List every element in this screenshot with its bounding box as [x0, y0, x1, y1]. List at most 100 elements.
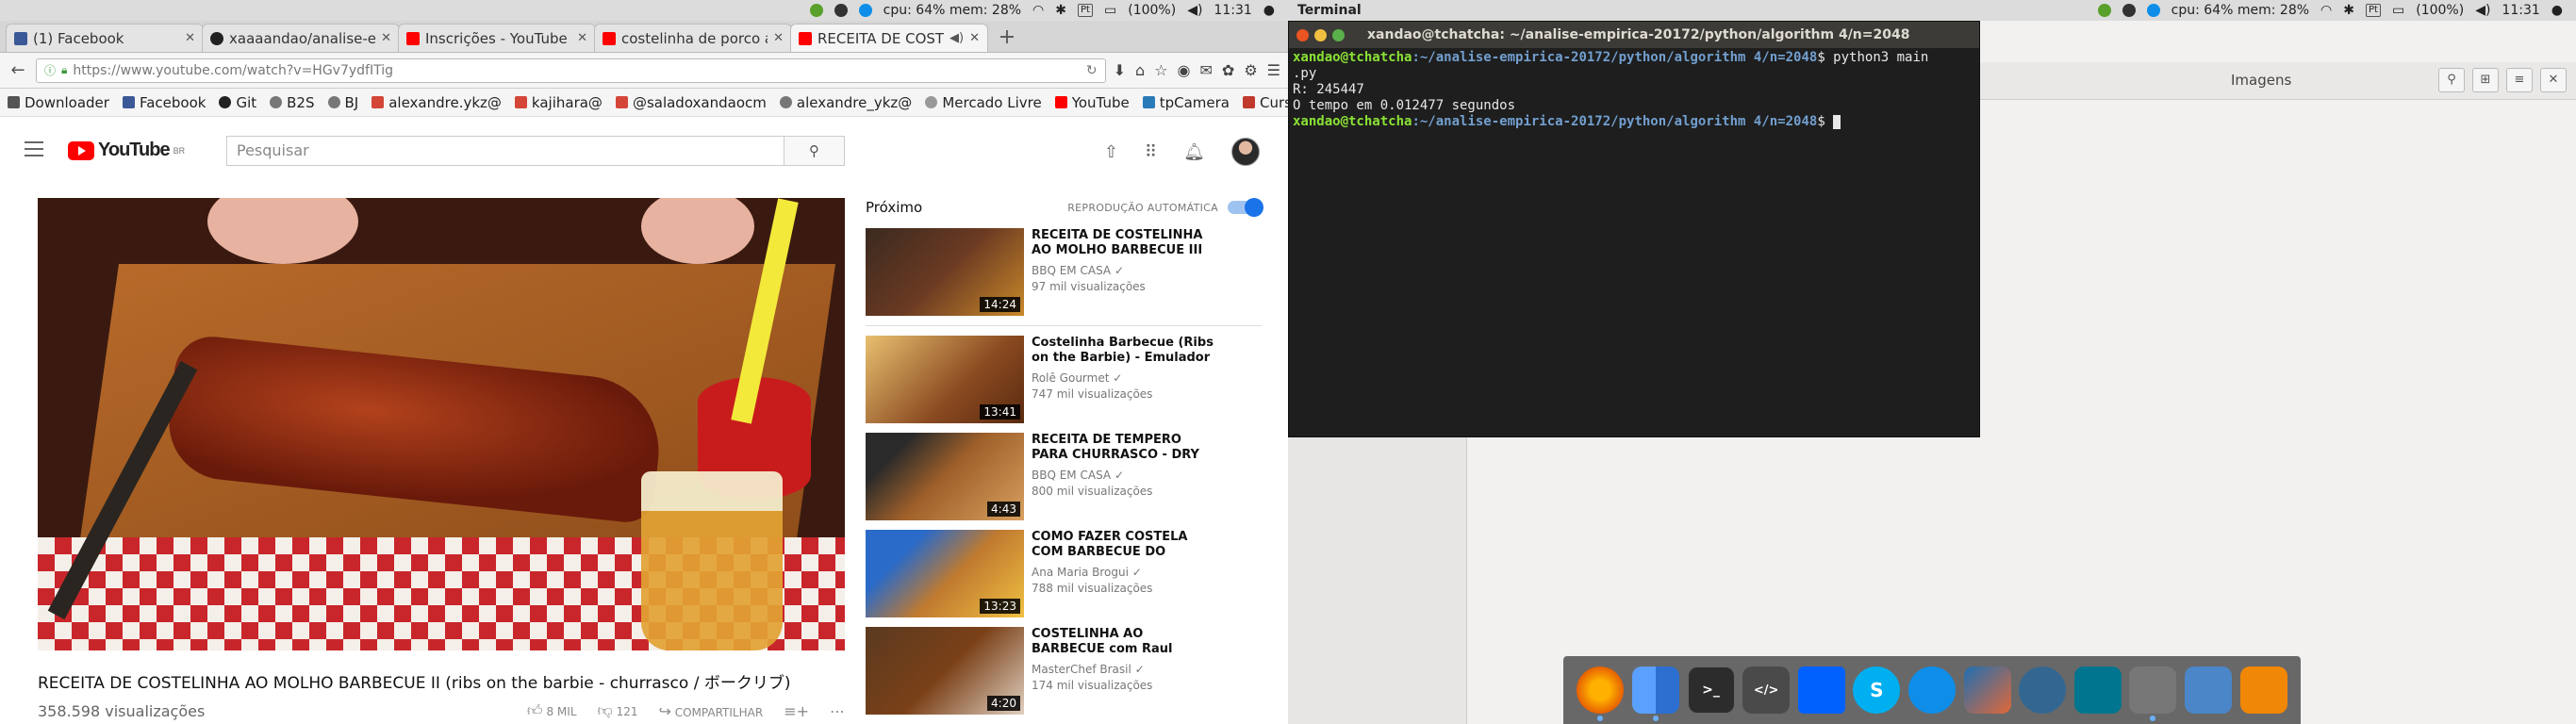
search-button[interactable]: ⚲	[784, 137, 844, 165]
ubuntu-one-icon[interactable]	[809, 4, 823, 17]
postgres-icon[interactable]	[2019, 666, 2067, 714]
code-editor-icon[interactable]: </>	[1742, 666, 1791, 714]
view-grid-icon[interactable]: ⊞	[2472, 68, 2499, 92]
terminal-icon[interactable]: >_	[1687, 666, 1735, 714]
bookmark-bj[interactable]: BJ	[327, 94, 358, 111]
bookmark-gmail-1[interactable]: alexandre.ykz@	[372, 94, 502, 111]
keyboard-layout-icon[interactable]: Pt	[2366, 4, 2381, 17]
wifi-icon[interactable]: ◠	[1032, 3, 1044, 18]
system-menu-icon[interactable]: ●	[2551, 3, 2563, 18]
matlab-icon[interactable]	[1963, 666, 2011, 714]
volume-icon[interactable]: ◀)	[1187, 3, 1202, 18]
files-icon[interactable]	[1631, 666, 1679, 721]
share-button[interactable]: ↪ COMPARTILHAR	[659, 702, 764, 720]
draw-icon[interactable]	[2239, 666, 2287, 714]
teamviewer-status-icon[interactable]	[858, 4, 872, 17]
cpu-mem-indicator[interactable]: cpu: 64% mem: 28%	[2171, 3, 2309, 18]
tab-youtube-search[interactable]: costelinha de porco a ✕	[594, 24, 792, 52]
volume-icon[interactable]: ◀)	[2475, 3, 2490, 18]
firefox-icon[interactable]	[1577, 666, 1625, 721]
bookmark-gmail-2[interactable]: kajihara@	[514, 94, 603, 111]
skype-icon[interactable]: S	[1853, 666, 1901, 714]
menu-icon[interactable]: ☰	[1267, 61, 1280, 79]
tab-youtube-subscriptions[interactable]: Inscrições - YouTube ✕	[398, 24, 596, 52]
channel-name[interactable]: BBQ EM CASA ✓	[1032, 264, 1220, 277]
bookmark-b2s[interactable]: B2S	[270, 94, 315, 111]
like-button[interactable]: 👍︎ 8 MIL	[527, 701, 577, 720]
dropbox-status-icon[interactable]	[2122, 4, 2136, 17]
bookmark-mercado-livre[interactable]: Mercado Livre	[925, 94, 1042, 111]
tab-github[interactable]: xaaaandao/analise-em ✕	[202, 24, 400, 52]
drive-icon[interactable]	[2129, 666, 2177, 721]
video-player[interactable]	[38, 198, 845, 650]
extension-icon[interactable]: ⚙	[1244, 61, 1257, 79]
channel-name[interactable]: BBQ EM CASA ✓	[1032, 469, 1220, 482]
minimize-icon[interactable]	[1314, 28, 1327, 41]
youtube-logo[interactable]: YouTube BR	[68, 140, 185, 161]
recommendation-title[interactable]: COSTELINHA AO BARBECUE com Raul Lemos | …	[1032, 627, 1220, 657]
channel-name[interactable]: Rolê Gourmet ✓	[1032, 371, 1220, 385]
system-menu-icon[interactable]: ●	[1263, 3, 1275, 18]
thumbnail[interactable]: 4:43	[866, 433, 1024, 520]
close-icon[interactable]: ✕	[773, 31, 784, 45]
bluetooth-icon[interactable]: ✱	[2343, 3, 2354, 18]
maximize-icon[interactable]	[1332, 28, 1345, 41]
tab-facebook[interactable]: (1) Facebook ✕	[6, 24, 204, 52]
bookmarks-icon[interactable]: ☆	[1154, 61, 1167, 79]
thumbnail[interactable]: 4:20	[866, 627, 1024, 715]
terminal-output[interactable]: xandao@tchatcha:~/analise-empirica-20172…	[1289, 48, 1979, 132]
download-icon[interactable]: ⬇	[1114, 61, 1126, 79]
bookmark-facebook[interactable]: Facebook	[122, 94, 206, 111]
battery-percent[interactable]: (100%)	[2416, 3, 2464, 18]
dislike-button[interactable]: 👎︎ 121	[598, 701, 638, 720]
info-icon[interactable]: ⓘ	[44, 62, 56, 78]
reload-icon[interactable]: ↻	[1086, 63, 1098, 78]
bookmark-youtube[interactable]: YouTube	[1054, 94, 1130, 111]
clock[interactable]: 11:31	[2502, 3, 2539, 18]
virtualbox-icon[interactable]	[2185, 666, 2232, 714]
address-bar[interactable]: ⓘ 🔒︎ https://www.youtube.com/watch?v=HGv…	[36, 58, 1106, 83]
clock[interactable]: 11:31	[1214, 3, 1251, 18]
battery-icon[interactable]: ▭	[1104, 3, 1116, 18]
thumbnail[interactable]: 14:24	[866, 228, 1024, 316]
autoplay-toggle[interactable]	[1228, 198, 1263, 217]
teamviewer-icon[interactable]	[1907, 666, 1956, 714]
battery-icon[interactable]: ▭	[2392, 3, 2404, 18]
recommendation-item[interactable]: 4:20 COSTELINHA AO BARBECUE com Raul Lem…	[866, 627, 1262, 715]
mysql-workbench-icon[interactable]	[2073, 666, 2122, 714]
thumbnail[interactable]: 13:41	[866, 336, 1024, 423]
recommendation-title[interactable]: Costelinha Barbecue (Ribs on the Barbie)…	[1032, 336, 1220, 366]
battery-percent[interactable]: (100%)	[1128, 3, 1176, 18]
keyboard-layout-icon[interactable]: Pt	[1078, 4, 1093, 17]
teamviewer-status-icon[interactable]	[2146, 4, 2160, 17]
menu-icon[interactable]	[25, 141, 43, 161]
bookmark-git[interactable]: Git	[219, 94, 256, 111]
search-input[interactable]: Pesquisar	[227, 137, 784, 165]
channel-name[interactable]: Ana Maria Brogui ✓	[1032, 566, 1220, 579]
close-icon[interactable]: ✕	[185, 31, 195, 45]
pocket-icon[interactable]: ◉	[1178, 61, 1191, 79]
wifi-icon[interactable]: ◠	[2320, 3, 2332, 18]
recommendation-item[interactable]: 14:24 RECEITA DE COSTELINHA AO MOLHO BAR…	[866, 228, 1262, 316]
url-text[interactable]: https://www.youtube.com/watch?v=HGv7ydfI…	[73, 63, 393, 78]
thumbnail[interactable]: 13:23	[866, 530, 1024, 617]
close-icon[interactable]: ✕	[2540, 68, 2567, 92]
menu-icon[interactable]: ≡	[2506, 68, 2533, 92]
channel-name[interactable]: MasterChef Brasil ✓	[1032, 663, 1220, 676]
bluetooth-icon[interactable]: ✱	[1055, 3, 1066, 18]
speaker-icon[interactable]: ◀)	[949, 31, 964, 45]
upload-icon[interactable]: ⇧	[1104, 142, 1118, 162]
close-icon[interactable]	[1296, 28, 1309, 41]
notifications-icon[interactable]: ✉	[1200, 61, 1213, 79]
dropbox-status-icon[interactable]	[834, 4, 848, 17]
recommendation-item[interactable]: 13:23 COMO FAZER COSTELA COM BARBECUE DO…	[866, 530, 1262, 617]
close-icon[interactable]: ✕	[577, 31, 587, 45]
close-icon[interactable]: ✕	[969, 31, 980, 45]
recommendation-title[interactable]: RECEITA DE COSTELINHA AO MOLHO BARBECUE …	[1032, 228, 1220, 258]
bookmark-mail[interactable]: alexandre_ykz@	[779, 94, 912, 111]
cpu-mem-indicator[interactable]: cpu: 64% mem: 28%	[883, 3, 1021, 18]
add-to-playlist-icon[interactable]: ≡+	[784, 702, 809, 720]
avatar[interactable]	[1231, 138, 1260, 166]
ubuntu-one-icon[interactable]	[2097, 4, 2111, 17]
close-icon[interactable]: ✕	[381, 31, 391, 45]
